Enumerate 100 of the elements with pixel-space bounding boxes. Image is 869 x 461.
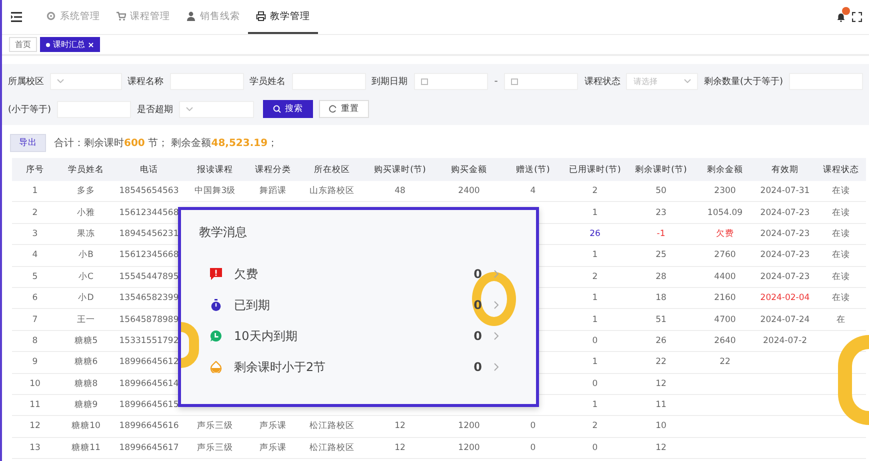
clock-bubble-icon: [210, 330, 222, 342]
chevron-down-icon: [186, 107, 194, 111]
table-cell-text: 2: [591, 186, 599, 196]
field-label: 到期日期: [372, 76, 408, 88]
table-cell-text: 13: [28, 442, 42, 453]
gear-icon: [46, 11, 56, 21]
stopwatch-icon: [210, 299, 222, 311]
table-cell-text: 2: [591, 272, 599, 282]
table-cell-text: 糖糖5: [73, 334, 99, 347]
table-cell-text: 5: [31, 272, 39, 282]
table-cell-text: 15331551792: [118, 336, 180, 346]
chevron-right-icon: [494, 332, 499, 340]
table-cell-text: 小D: [77, 292, 95, 304]
bell-icon: [837, 12, 845, 22]
column-header: 课程状态: [822, 164, 860, 176]
fullscreen-icon: [852, 12, 862, 22]
table-cell-text: 18545654563: [118, 186, 180, 196]
table-cell-text: 1: [31, 186, 39, 196]
table-cell-text: 18996645616: [118, 421, 180, 432]
table-cell-text: 4: [31, 250, 39, 260]
ring-decoration: [181, 322, 199, 368]
column-header: 序号: [25, 164, 45, 176]
popup-list-item[interactable]: 已到期 0: [210, 296, 499, 314]
field-label: 课程状态: [584, 76, 620, 88]
table-cell-text: 15612344568: [118, 208, 180, 218]
column-header: 课程分类: [254, 164, 292, 176]
export-button[interactable]: 导出: [10, 134, 46, 152]
table-cell-text: 12: [654, 378, 668, 389]
table-cell-text: 4: [529, 186, 537, 196]
table-cell-text: 13546582399: [118, 293, 180, 304]
column-header: 电话: [139, 164, 159, 176]
table-cell-text: 26: [588, 228, 602, 239]
table-cell-text: 2024-07-23: [759, 208, 811, 218]
table-cell-text: 2024-07-23: [759, 250, 811, 260]
table-cell-text: 1: [591, 293, 599, 304]
table-cell-text: 2024-07-24: [759, 314, 811, 325]
page-tab[interactable]: 首页: [9, 37, 37, 52]
column-header: 已用课时(节): [568, 164, 622, 176]
chevron-down-icon: [57, 79, 64, 83]
refresh-icon: [329, 105, 338, 113]
table-cell-text: 51: [654, 314, 668, 325]
table-cell-text: 声乐三级: [196, 420, 234, 432]
table-cell-text: 15545447895: [118, 272, 180, 282]
nav-menu-item[interactable]: 教学管理: [248, 0, 318, 34]
table-cell-text: 18: [654, 293, 668, 304]
table-cell-text: 2024-07-23: [759, 272, 811, 282]
popup-list-item[interactable]: 欠费 0: [210, 265, 499, 283]
table-cell-text: 12: [394, 421, 406, 432]
table-cell-text: 1200: [457, 421, 481, 432]
table-cell-text: 2: [591, 421, 599, 432]
search-button[interactable]: 搜索: [263, 100, 314, 118]
table-cell-text: 11: [654, 400, 668, 410]
popup-list-item[interactable]: 10天内到期 0: [210, 327, 499, 345]
field-label: 学员姓名: [250, 76, 286, 88]
field-label: 所属校区: [8, 76, 44, 88]
printer-icon: [256, 11, 266, 21]
select-field[interactable]: [179, 100, 254, 118]
popup-list-item[interactable]: 剩余课时小于2节 0: [210, 358, 499, 376]
person-icon: [186, 11, 196, 21]
field-label: 剩余数量(大于等于): [704, 76, 784, 88]
table-cell-text: 1054.09: [706, 208, 744, 218]
table-cell-text: 12: [28, 421, 42, 432]
table-cell-text: 1: [591, 400, 599, 410]
field-label: (小于等于): [8, 104, 52, 116]
chevron-right-icon: [494, 363, 499, 371]
table-cell-text: 小C: [78, 270, 94, 283]
table-cell-text: 2024-07-2: [762, 336, 808, 346]
summary-text: 合计：剩余课时600 节； 剩余金额48,523.19；: [54, 136, 278, 150]
range-separator: -: [494, 76, 498, 86]
table-cell-text: 7: [31, 314, 39, 325]
date-field[interactable]: [504, 72, 578, 90]
table-cell-text: 松江路校区: [308, 420, 356, 432]
table-cell-text: 0: [591, 442, 599, 453]
date-field[interactable]: [414, 72, 488, 90]
table-cell-text: 4700: [713, 314, 737, 325]
column-header: 所在校区: [313, 164, 351, 176]
column-header: 购买课时(节): [373, 164, 427, 176]
table-cell-text: 2160: [713, 293, 737, 304]
table-cell-text: 糖糖9: [73, 399, 99, 412]
table-cell-text: 0: [591, 336, 599, 346]
page-tab[interactable]: 课时汇总: [40, 37, 100, 52]
table-cell-text: 22: [654, 357, 668, 368]
field-label: 课程名称: [128, 76, 164, 88]
table-cell-text: 糖糖6: [73, 356, 99, 368]
table-cell-text: 8: [31, 336, 39, 346]
table-cell-text: 3: [31, 228, 39, 239]
table-cell-text: 欠费: [715, 228, 735, 240]
table-cell-text: 1: [591, 314, 599, 325]
column-header: 报读课程: [196, 164, 234, 176]
table-cell-text: 糖糖11: [70, 442, 102, 454]
reset-button[interactable]: 重置: [319, 100, 370, 118]
select-field[interactable]: [50, 72, 122, 90]
table-cell-text: 0: [529, 442, 537, 453]
table-cell-text: 11: [28, 400, 42, 410]
calendar-icon: [510, 78, 518, 84]
column-header: 剩余金额: [706, 164, 744, 176]
table-cell-text: 0: [529, 421, 537, 432]
table-cell-text: 在读: [831, 206, 851, 219]
drop-gauge-icon: [210, 361, 222, 373]
table-cell-text: 在读: [831, 185, 851, 198]
